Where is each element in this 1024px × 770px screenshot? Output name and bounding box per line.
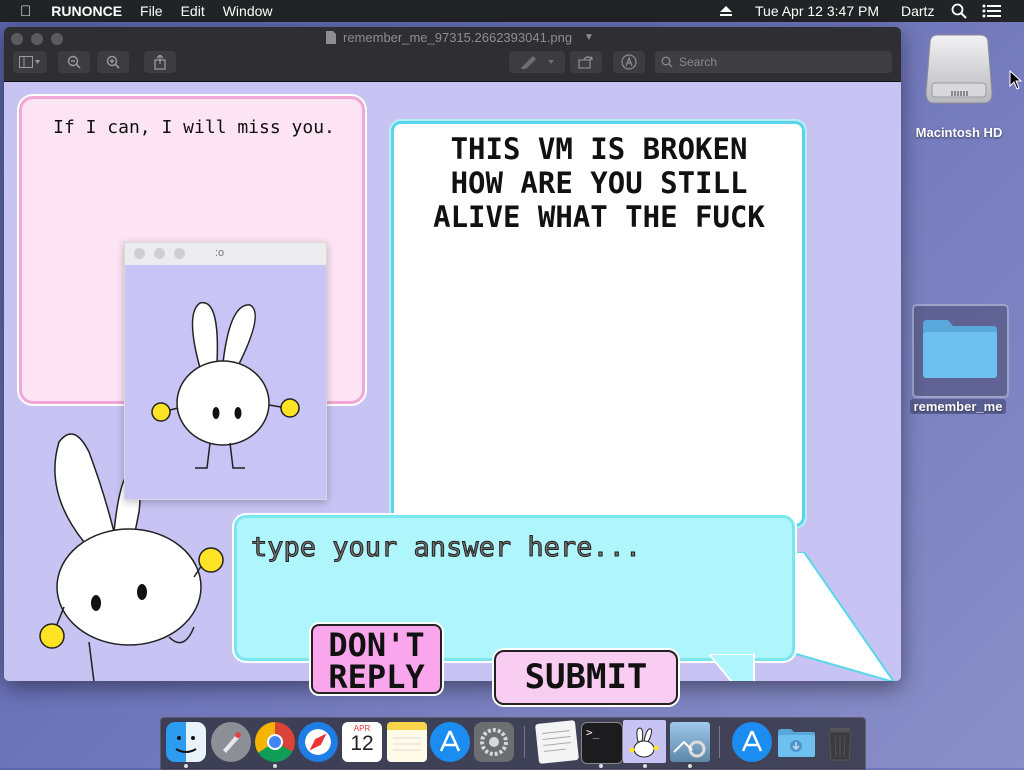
zoom-in-button[interactable] xyxy=(97,51,129,73)
image-canvas: If I can, I will miss you. THIS VM IS BR… xyxy=(4,82,901,681)
dock: APR 12 >_ xyxy=(160,717,866,770)
search-input[interactable]: Search xyxy=(655,51,892,73)
runonce-icon[interactable] xyxy=(623,720,666,763)
trash-icon[interactable] xyxy=(820,722,860,762)
rotate-button[interactable] xyxy=(570,51,602,73)
mini-window-title: :o xyxy=(215,247,225,259)
menu-app-name[interactable]: RUNONCE xyxy=(51,3,122,19)
document-icon xyxy=(326,31,336,49)
preview-window: remember_me_97315.2662393041.png ▼ Searc… xyxy=(4,27,901,681)
terminal-running-indicator xyxy=(599,764,603,768)
macintosh-hd-icon[interactable] xyxy=(922,33,996,111)
apple-menu-icon[interactable]:  xyxy=(20,3,31,20)
mouse-cursor-icon xyxy=(1009,69,1023,95)
remember-me-folder-icon[interactable] xyxy=(912,304,1009,398)
macintosh-hd-label[interactable]: Macintosh HD xyxy=(904,125,1014,140)
notification-center-icon[interactable] xyxy=(982,0,1001,22)
mini-minimize-button[interactable] xyxy=(154,248,165,259)
safari-icon[interactable] xyxy=(298,722,338,762)
mini-window-titlebar[interactable]: :o xyxy=(125,243,326,265)
zoom-out-icon xyxy=(67,55,81,69)
preview-running-indicator xyxy=(688,764,692,768)
answer-bubble-tail xyxy=(709,654,755,681)
zoom-in-icon xyxy=(106,55,120,69)
zoom-out-button[interactable] xyxy=(58,51,90,73)
menu-window[interactable]: Window xyxy=(223,3,273,19)
zoom-button[interactable] xyxy=(51,33,63,45)
downloads-folder-icon[interactable] xyxy=(776,722,816,762)
window-titlebar[interactable]: remember_me_97315.2662393041.png ▼ Searc… xyxy=(4,27,901,82)
finder-running-indicator xyxy=(184,764,188,768)
menu-bar:  RUNONCE File Edit Window Tue Apr 12 3:… xyxy=(0,0,1024,22)
markup-toolbar-button[interactable] xyxy=(613,51,645,73)
terminal-icon[interactable]: >_ xyxy=(581,722,623,764)
launchpad-icon[interactable] xyxy=(211,722,251,762)
minimize-button[interactable] xyxy=(31,33,43,45)
menu-clock[interactable]: Tue Apr 12 3:47 PM xyxy=(755,0,879,22)
white-bubble-line-3: ALIVE WHAT THE FUCK xyxy=(433,200,765,234)
mini-zoom-button[interactable] xyxy=(174,248,185,259)
runonce-running-indicator xyxy=(643,764,647,768)
dock-separator xyxy=(524,726,525,758)
menu-user[interactable]: Dartz xyxy=(901,0,934,22)
search-icon xyxy=(661,56,673,68)
pen-icon xyxy=(521,56,554,69)
calendar-icon[interactable]: APR 12 xyxy=(342,722,382,762)
search-placeholder: Search xyxy=(679,55,718,69)
share-icon xyxy=(154,54,166,70)
menu-edit[interactable]: Edit xyxy=(181,3,205,19)
markup-pen-button[interactable] xyxy=(509,51,565,73)
mini-close-button[interactable] xyxy=(134,248,145,259)
dont-reply-button[interactable]: DON'T REPLY xyxy=(311,624,442,694)
menu-file[interactable]: File xyxy=(140,3,163,19)
share-button[interactable] xyxy=(144,51,176,73)
app-store-icon[interactable] xyxy=(430,722,470,762)
remember-me-folder-label[interactable]: remember_me xyxy=(910,399,1006,414)
mini-window[interactable]: :o xyxy=(124,242,327,500)
textedit-icon[interactable] xyxy=(535,720,579,764)
sidebar-toggle-button[interactable] xyxy=(13,51,47,73)
title-chevron-down-icon[interactable]: ▼ xyxy=(584,32,594,43)
submit-button[interactable]: SUBMIT xyxy=(494,650,678,705)
chrome-running-indicator xyxy=(273,764,277,768)
white-bubble-line-1: THIS VM IS BROKEN xyxy=(450,132,748,166)
sidebar-icon xyxy=(19,56,40,68)
eject-icon[interactable] xyxy=(719,0,733,22)
dock-separator-2 xyxy=(719,726,720,758)
white-bubble-text: THIS VM IS BROKEN HOW ARE YOU STILL ALIV… xyxy=(399,132,799,234)
rotate-icon xyxy=(578,56,593,69)
markup-icon xyxy=(621,54,637,70)
finder-icon[interactable] xyxy=(166,722,206,762)
notes-icon[interactable] xyxy=(387,722,427,762)
white-bubble-tail xyxy=(784,552,895,681)
close-button[interactable] xyxy=(11,33,23,45)
small-bunny-character xyxy=(151,302,300,469)
calendar-day: 12 xyxy=(350,732,374,755)
pink-bubble-text: If I can, I will miss you. xyxy=(53,117,335,138)
chrome-icon[interactable] xyxy=(255,722,295,762)
app-store-2-icon[interactable] xyxy=(732,722,772,762)
white-bubble-line-2: HOW ARE YOU STILL xyxy=(450,166,748,200)
spotlight-search-icon[interactable] xyxy=(951,0,967,22)
preview-icon[interactable] xyxy=(670,722,710,762)
answer-input[interactable] xyxy=(249,528,773,566)
system-preferences-icon[interactable] xyxy=(474,722,514,762)
